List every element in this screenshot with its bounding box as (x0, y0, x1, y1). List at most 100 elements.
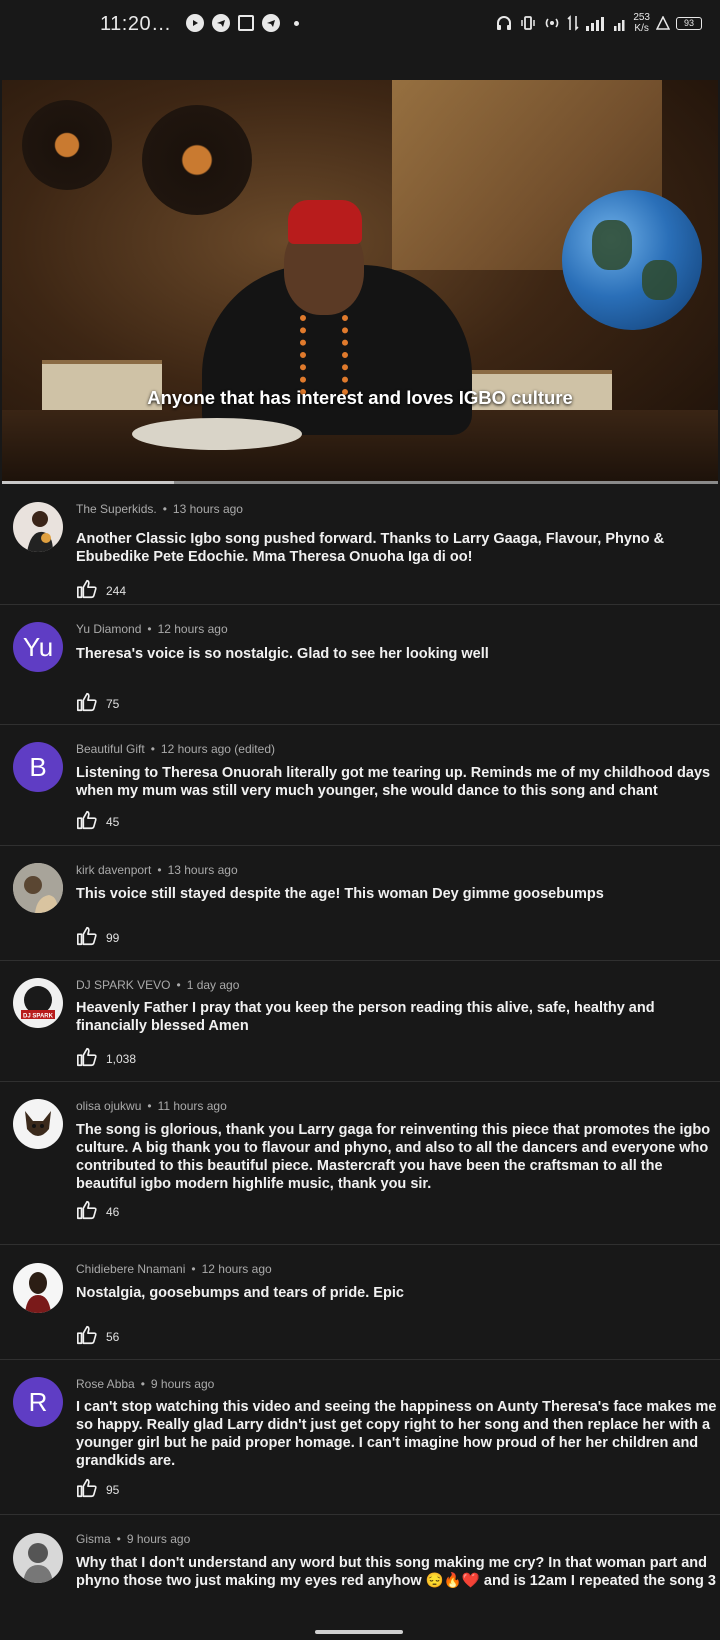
net-speed-value: 253 (633, 12, 650, 23)
status-bar: 11:20… 253 K/s 93 (0, 0, 720, 48)
gesture-bar[interactable] (315, 1630, 403, 1634)
comment-meta: Gisma • 9 hours ago (76, 1532, 191, 1546)
thumbs-up-icon (77, 810, 97, 830)
comment-time: 12 hours ago (201, 1262, 272, 1276)
system-icons: 253 K/s 93 (495, 12, 702, 34)
like-count: 95 (106, 1483, 120, 1497)
like-count: 99 (106, 931, 120, 945)
comment-text: Heavenly Father I pray that you keep the… (76, 1000, 655, 1034)
vibrate-icon (521, 16, 536, 30)
comment-time: 1 day ago (186, 978, 240, 992)
signal-4g-icon (586, 17, 605, 31)
comment-meta: olisa ojukwu • 11 hours ago (76, 1099, 227, 1113)
thumbs-up-icon (77, 1325, 97, 1345)
like-button[interactable]: 46 (76, 1199, 119, 1221)
comment-author[interactable]: Yu Diamond (76, 622, 141, 636)
video-record-decor (142, 105, 252, 215)
thumbs-up-icon (77, 1200, 97, 1220)
comment-text: Listening to Theresa Onuorah literally g… (76, 765, 711, 799)
comment-author[interactable]: olisa ojukwu (76, 1099, 141, 1113)
comment-item: kirk davenport • 13 hours ago This voice s… (0, 846, 720, 961)
comment-author[interactable]: DJ SPARK VEVO (76, 978, 170, 992)
video-caption: Anyone that has interest and loves IGBO … (147, 387, 573, 408)
comment-time: 12 hours ago (157, 622, 228, 636)
avatar[interactable]: Yu (13, 622, 63, 672)
video-globe (562, 190, 702, 330)
thumbs-up-icon (77, 579, 97, 599)
comment-author[interactable]: Chidiebere Nnamani (76, 1262, 185, 1276)
comment-author[interactable]: The Superkids. (76, 502, 157, 516)
video-person-cap (288, 200, 362, 244)
comment-text: Why that I don't understand any word but… (76, 1555, 716, 1589)
comment-item: DJ SPARK DJ SPARK VEVO • 1 day ago Heavenl… (0, 961, 720, 1082)
like-button[interactable]: 95 (76, 1477, 119, 1499)
comment-meta: Beautiful Gift • 12 hours ago (edited) (76, 742, 275, 756)
data-arrows-icon (567, 15, 579, 31)
comment-time: 13 hours ago (172, 502, 243, 516)
comment-author[interactable]: Rose Abba (76, 1377, 135, 1391)
video-plate (132, 418, 302, 450)
warning-icon (656, 16, 670, 30)
comment-text: The song is glorious, thank you Larry ga… (76, 1122, 711, 1192)
comment-author[interactable]: Gisma (76, 1532, 111, 1546)
like-count: 244 (106, 584, 127, 598)
news-icon (238, 15, 254, 31)
comments-list: The Superkids. • 13 hours ago Another Clas… (0, 484, 720, 1595)
hotspot-icon (546, 18, 559, 28)
comment-meta: Yu Diamond • 12 hours ago (76, 622, 228, 636)
like-button[interactable]: 244 (76, 578, 126, 600)
status-time: 11:20… (100, 13, 172, 35)
like-button[interactable]: 99 (76, 925, 119, 947)
comment-time: 9 hours ago (126, 1532, 191, 1546)
like-button[interactable]: 56 (76, 1324, 119, 1346)
comment-time: 13 hours ago (167, 863, 238, 877)
avatar[interactable]: R (13, 1377, 63, 1427)
notification-icons (186, 14, 299, 32)
comment-item: R Rose Abba • 9 hours ago I can't stop wat… (0, 1360, 720, 1515)
thumbs-up-icon (77, 926, 97, 946)
comment-author[interactable]: Beautiful Gift (76, 742, 145, 756)
comment-text: Another Classic Igbo song pushed forward… (76, 531, 665, 565)
comment-meta: DJ SPARK VEVO • 1 day ago (76, 978, 240, 992)
comment-time: 9 hours ago (150, 1377, 215, 1391)
avatar[interactable] (13, 863, 63, 913)
avatar[interactable] (13, 1263, 63, 1313)
thumbs-up-icon (77, 1047, 97, 1067)
avatar[interactable] (13, 1099, 63, 1149)
comment-item: olisa ojukwu • 11 hours ago The song is gl… (0, 1082, 720, 1245)
like-count: 75 (106, 697, 120, 711)
like-button[interactable]: 45 (76, 809, 119, 831)
comment-text: I can't stop watching this video and see… (76, 1399, 717, 1469)
like-button[interactable]: 1,038 (76, 1046, 136, 1068)
video-player[interactable]: Anyone that has interest and loves IGBO … (2, 80, 718, 482)
svg-text:DJ SPARK: DJ SPARK (23, 1014, 54, 1020)
youtube-icon (186, 14, 204, 32)
comment-text: Theresa's voice is so nostalgic. Glad to… (76, 646, 489, 662)
comment-time: 12 hours ago (edited) (160, 742, 275, 756)
avatar[interactable]: B (13, 742, 63, 792)
comment-item: Chidiebere Nnamani • 12 hours ago Nostalgi… (0, 1245, 720, 1360)
comment-item: Gisma • 9 hours ago Why that I don't under… (0, 1515, 720, 1595)
avatar[interactable] (13, 1533, 63, 1583)
telegram-icon (212, 14, 230, 32)
headphones-icon (497, 16, 512, 30)
comment-item: B Beautiful Gift • 12 hours ago (edited) L… (0, 725, 720, 846)
video-person-beads (300, 315, 348, 395)
like-count: 1,038 (106, 1052, 137, 1066)
avatar[interactable]: DJ SPARK (13, 978, 63, 1028)
like-count: 56 (106, 1330, 120, 1344)
comment-item: Yu Yu Diamond • 12 hours ago Theresa's voi… (0, 605, 720, 725)
more-notifications-icon (294, 20, 299, 26)
comment-meta: Rose Abba • 9 hours ago (76, 1377, 215, 1391)
comment-meta: Chidiebere Nnamani • 12 hours ago (76, 1262, 272, 1276)
comment-text: This voice still stayed despite the age!… (76, 886, 604, 902)
video-record-decor (22, 100, 112, 190)
avatar[interactable] (13, 502, 63, 552)
comment-meta: The Superkids. • 13 hours ago (76, 502, 243, 516)
like-button[interactable]: 75 (76, 691, 119, 713)
net-speed-unit: K/s (634, 23, 649, 34)
like-count: 45 (106, 815, 120, 829)
comment-author[interactable]: kirk davenport (76, 863, 151, 877)
thumbs-up-icon (77, 692, 97, 712)
signal-icon (614, 20, 625, 31)
